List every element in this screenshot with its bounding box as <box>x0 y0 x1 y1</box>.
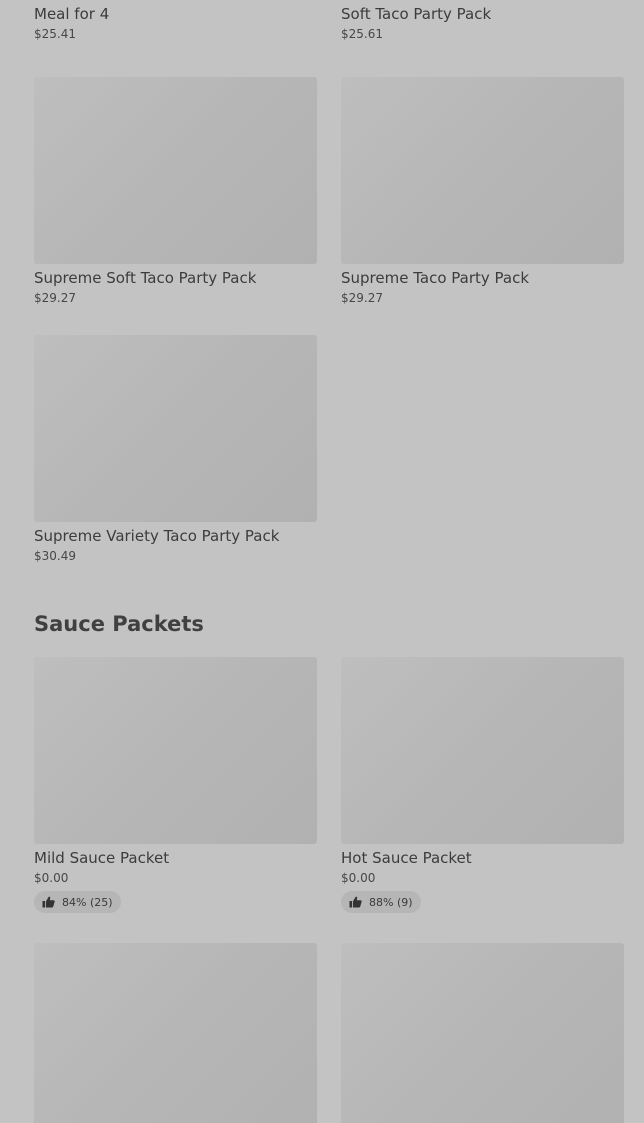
rating-badge: 84% (25) <box>34 891 121 913</box>
rating-text: 84% (25) <box>62 895 113 909</box>
section-title: Sauce Packets <box>34 612 204 636</box>
menu-item-card[interactable]: Meal for 4 $25.41 <box>34 0 317 41</box>
menu-item-card[interactable]: Supreme Variety Taco Party Pack $30.49 <box>34 335 317 563</box>
menu-item-card[interactable]: Mild Sauce Packet $0.00 84% (25) <box>34 657 317 913</box>
menu-item-image[interactable] <box>34 657 317 844</box>
menu-item-price: $29.27 <box>341 291 383 305</box>
menu-item-image[interactable] <box>341 77 624 264</box>
menu-item-name[interactable]: Hot Sauce Packet <box>341 849 624 867</box>
menu-item-name[interactable]: Soft Taco Party Pack <box>341 5 624 23</box>
thumbs-up-icon <box>349 896 362 908</box>
menu-page: Meal for 4 $25.41 Soft Taco Party Pack $… <box>0 0 644 1123</box>
menu-item-name[interactable]: Supreme Variety Taco Party Pack <box>34 527 317 545</box>
menu-item-image[interactable] <box>341 657 624 844</box>
menu-item-name[interactable]: Supreme Taco Party Pack <box>341 269 624 287</box>
rating-badge: 88% (9) <box>341 891 421 913</box>
menu-item-price: $25.61 <box>341 27 383 41</box>
thumbs-up-icon <box>42 896 55 908</box>
menu-item-name[interactable]: Supreme Soft Taco Party Pack <box>34 269 317 287</box>
menu-item-price: $25.41 <box>34 27 76 41</box>
menu-item-image[interactable] <box>34 335 317 522</box>
menu-item-price: $0.00 <box>34 871 69 885</box>
menu-item-card[interactable]: Hot Sauce Packet $0.00 88% (9) <box>341 657 624 913</box>
menu-item-card[interactable] <box>341 943 624 1123</box>
menu-item-price: $30.49 <box>34 549 76 563</box>
menu-item-card[interactable]: Soft Taco Party Pack $25.61 <box>341 0 624 41</box>
menu-item-card[interactable]: Supreme Soft Taco Party Pack $29.27 <box>34 77 317 305</box>
menu-item-card[interactable] <box>34 943 317 1123</box>
rating-text: 88% (9) <box>369 895 413 909</box>
menu-item-price: $0.00 <box>341 871 376 885</box>
menu-item-name[interactable]: Meal for 4 <box>34 5 317 23</box>
menu-item-name[interactable]: Mild Sauce Packet <box>34 849 317 867</box>
menu-item-image[interactable] <box>34 943 317 1123</box>
menu-item-image[interactable] <box>34 77 317 264</box>
menu-item-card[interactable]: Supreme Taco Party Pack $29.27 <box>341 77 624 305</box>
menu-item-image[interactable] <box>341 943 624 1123</box>
menu-item-price: $29.27 <box>34 291 76 305</box>
